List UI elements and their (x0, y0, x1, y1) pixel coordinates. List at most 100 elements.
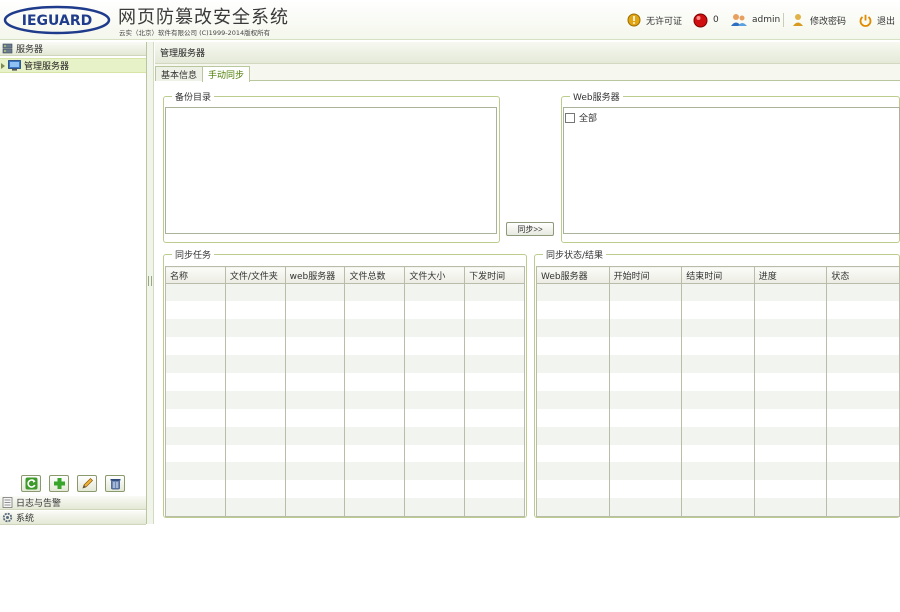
accordion-logs[interactable]: 日志与告警 (0, 496, 146, 510)
table-cell (536, 283, 610, 302)
table-row[interactable] (165, 301, 525, 320)
delete-button[interactable] (105, 475, 125, 492)
table-cell (536, 319, 610, 338)
table-cell (224, 444, 286, 463)
table-row[interactable] (165, 444, 525, 463)
license-label: 无许可证 (646, 16, 683, 27)
table-row[interactable] (165, 498, 525, 517)
trash-icon (110, 479, 120, 490)
table-cell (165, 301, 226, 320)
table-row[interactable] (165, 390, 525, 409)
table-cell (681, 355, 755, 373)
table-row[interactable] (536, 408, 900, 427)
refresh-button[interactable] (21, 475, 41, 492)
table-cell (753, 498, 828, 517)
table-row[interactable] (536, 462, 900, 481)
column-header[interactable]: web服务器 (284, 266, 346, 284)
accordion-system[interactable]: 系统 (0, 511, 146, 525)
table-cell (681, 426, 755, 445)
table-cell (165, 283, 226, 302)
edit-button[interactable] (77, 475, 97, 492)
expand-arrow-icon[interactable] (1, 62, 5, 69)
ieguard-logo: IEGUARD (3, 5, 111, 35)
table-cell (165, 372, 226, 391)
column-header[interactable]: 文件大小 (404, 266, 466, 284)
column-header[interactable]: Web服务器 (536, 266, 610, 284)
table-cell (224, 426, 286, 445)
column-header[interactable]: 结束时间 (681, 266, 755, 284)
table-cell (344, 444, 406, 463)
license-status[interactable]: 无许可证 (627, 12, 682, 28)
table-cell (753, 444, 828, 463)
column-header[interactable]: 状态 (826, 266, 900, 284)
accordion-logs-label: 日志与告警 (16, 499, 62, 509)
column-header[interactable]: 开始时间 (608, 266, 683, 284)
table-cell (404, 355, 466, 373)
tree-item-manage-server[interactable]: 管理服务器 (0, 58, 146, 73)
table-row[interactable] (165, 372, 525, 391)
table-row[interactable] (536, 337, 900, 356)
table-cell (826, 390, 900, 409)
web-servers-list[interactable] (563, 107, 900, 234)
table-cell (608, 301, 683, 320)
table-row[interactable] (536, 283, 900, 302)
table-cell (224, 480, 286, 499)
column-header[interactable]: 文件/文件夹 (224, 266, 286, 284)
table-row[interactable] (536, 390, 900, 409)
alert-indicator[interactable]: 0 (693, 12, 719, 28)
column-header[interactable]: 下发时间 (464, 266, 525, 284)
change-password-link[interactable]: 修改密码 (792, 12, 846, 28)
table-cell (608, 283, 683, 302)
backup-directory-list[interactable] (165, 107, 497, 234)
table-cell (536, 498, 610, 517)
tab-basic-info[interactable]: 基本信息 (155, 66, 204, 81)
users-icon (731, 14, 747, 26)
select-all-checkbox[interactable] (565, 112, 575, 123)
table-cell (404, 444, 466, 463)
table-row[interactable] (536, 319, 900, 338)
app-window: IEGUARD 网页防篡改安全系统 云实（北京）软件有限公司 (C)1999-2… (0, 0, 900, 612)
sync-tasks-table: 名称 文件/文件夹 web服务器 文件总数 文件大小 下发时间 (165, 266, 525, 517)
table-row[interactable] (536, 480, 900, 499)
table-cell (826, 426, 900, 445)
accordion-servers[interactable]: 服务器 (0, 42, 146, 56)
column-header[interactable]: 名称 (165, 266, 226, 284)
table-cell (224, 498, 286, 517)
table-row[interactable] (165, 480, 525, 499)
table-row[interactable] (536, 372, 900, 391)
table-row[interactable] (536, 301, 900, 320)
table-row[interactable] (165, 355, 525, 373)
table-cell (165, 426, 226, 445)
table-row[interactable] (165, 408, 525, 427)
splitter-grip-icon[interactable] (148, 276, 152, 286)
table-row[interactable] (536, 498, 900, 517)
table-cell (608, 372, 683, 391)
table-row[interactable] (165, 283, 525, 302)
table-row[interactable] (165, 462, 525, 481)
table-cell (681, 462, 755, 481)
table-cell (464, 444, 525, 463)
table-row[interactable] (536, 355, 900, 373)
column-header[interactable]: 文件总数 (344, 266, 406, 284)
table-row[interactable] (536, 426, 900, 445)
table-cell (536, 355, 610, 373)
panel-splitter[interactable] (147, 42, 154, 524)
table-cell (753, 408, 828, 427)
tab-manual-sync[interactable]: 手动同步 (202, 66, 251, 82)
license-icon (627, 13, 641, 27)
table-row[interactable] (165, 319, 525, 338)
user-menu[interactable]: admin (731, 12, 780, 28)
table-cell (284, 355, 346, 373)
table-row[interactable] (165, 337, 525, 356)
table-cell (165, 390, 226, 409)
table-row[interactable] (165, 426, 525, 445)
column-header[interactable]: 进度 (753, 266, 828, 284)
add-button[interactable] (49, 475, 69, 492)
select-all-row[interactable]: 全部 (565, 111, 597, 124)
logout-link[interactable]: 退出 (859, 12, 895, 28)
table-row[interactable] (536, 444, 900, 463)
sync-button[interactable]: 同步>> (506, 222, 554, 236)
left-sidebar: 服务器 管理服务器 日志与告警 系统 (0, 42, 147, 525)
table-cell (344, 355, 406, 373)
logout-label: 退出 (877, 16, 896, 27)
